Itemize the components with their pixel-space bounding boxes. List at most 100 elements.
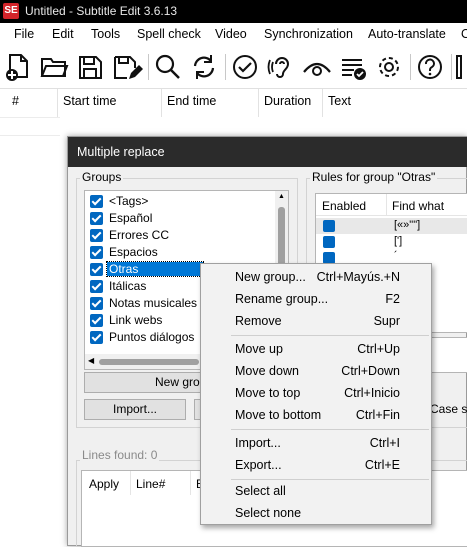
layout-icon[interactable] [453, 50, 467, 84]
menu-synchronization[interactable]: Synchronization [264, 27, 353, 41]
menu-item-remove[interactable]: Remove Supr [201, 310, 431, 332]
menu-options[interactable]: O [461, 27, 467, 41]
save-icon[interactable] [73, 50, 107, 84]
group-item-label: Notas musicales [109, 296, 198, 310]
help-icon[interactable] [413, 50, 447, 84]
import-button[interactable]: Import... [84, 399, 186, 420]
menu-item-label: Move to bottom [235, 408, 322, 422]
find-icon[interactable] [151, 50, 185, 84]
menu-item-shortcut: Ctrl+I [369, 436, 400, 450]
menu-item-move-up[interactable]: Move up Ctrl+Up [201, 338, 431, 360]
rule-row[interactable]: [«»""] [316, 218, 467, 234]
group-item-label: Link webs [109, 313, 163, 327]
group-item-espanol[interactable]: Español [87, 210, 273, 227]
menu-item-select-none[interactable]: Select none [201, 502, 431, 524]
group-item-label: Otras [106, 261, 204, 277]
menu-item-rename-group[interactable]: Rename group... F2 [201, 288, 431, 310]
menu-item-shortcut: Ctrl+Down [341, 364, 400, 378]
menu-item-move-down[interactable]: Move down Ctrl+Down [201, 360, 431, 382]
column-divider [190, 471, 191, 495]
toolbar-separator [451, 54, 452, 80]
settings-icon[interactable] [372, 50, 406, 84]
scrollbar-thumb[interactable] [278, 207, 285, 267]
menu-item-label: Rename group... [235, 292, 329, 306]
menu-file[interactable]: File [14, 27, 34, 41]
column-divider [386, 194, 387, 216]
new-file-icon[interactable] [1, 50, 35, 84]
spell-check-icon[interactable] [228, 50, 262, 84]
title-bar: SE Untitled - Subtitle Edit 3.6.13 [0, 0, 467, 23]
scroll-up-arrow-icon[interactable]: ▲ [278, 193, 285, 200]
menu-item-label: Move up [235, 342, 283, 356]
rules-column-find-what[interactable]: Find what [392, 199, 444, 213]
case-sensitive-label[interactable]: Case se [430, 402, 467, 416]
menu-tools[interactable]: Tools [91, 27, 120, 41]
menu-item-move-to-bottom[interactable]: Move to bottom Ctrl+Fin [201, 404, 431, 426]
column-divider [161, 89, 162, 117]
column-header-duration[interactable]: Duration [264, 94, 311, 108]
group-checkbox[interactable] [90, 263, 103, 276]
menu-item-shortcut: Supr [373, 314, 400, 328]
menu-item-shortcut: Ctrl+E [364, 458, 400, 472]
group-item-errores-cc[interactable]: Errores CC [87, 227, 273, 244]
menu-item-label: Move to top [235, 386, 301, 400]
rules-header: Enabled Find what [316, 194, 467, 216]
column-header-text[interactable]: Text [328, 94, 351, 108]
dialog-title-bar[interactable]: Multiple replace [68, 137, 467, 167]
menu-video[interactable]: Video [215, 27, 247, 41]
column-header-start-time[interactable]: Start time [63, 94, 117, 108]
menu-item-import[interactable]: Import... Ctrl+I [201, 432, 431, 454]
column-divider [322, 89, 323, 117]
menu-separator [231, 429, 429, 430]
group-checkbox[interactable] [90, 195, 103, 208]
hearing-icon[interactable] [264, 50, 298, 84]
toolbar [0, 46, 467, 88]
lines-column-apply[interactable]: Apply [89, 477, 119, 491]
open-folder-icon[interactable] [37, 50, 71, 84]
group-checkbox[interactable] [90, 280, 103, 293]
group-checkbox[interactable] [90, 229, 103, 242]
column-header-end-time[interactable]: End time [167, 94, 216, 108]
replace-icon[interactable] [187, 50, 221, 84]
group-checkbox[interactable] [90, 212, 103, 225]
save-as-icon[interactable] [109, 50, 143, 84]
group-item-label: Puntos diálogos [109, 330, 195, 344]
group-checkbox[interactable] [90, 297, 103, 310]
menu-item-shortcut: F2 [385, 292, 400, 306]
group-item-tags[interactable]: <Tags> [87, 193, 273, 210]
rules-column-enabled[interactable]: Enabled [322, 199, 366, 213]
menu-item-label: Select all [235, 484, 286, 498]
dialog-title: Multiple replace [77, 145, 165, 159]
toolbar-separator [148, 54, 149, 80]
app-logo-icon: SE [3, 3, 19, 19]
group-checkbox[interactable] [90, 331, 103, 344]
grid-row-line [0, 117, 60, 118]
menu-bar: File Edit Tools Spell check Video Synchr… [0, 23, 467, 46]
menu-item-export[interactable]: Export... Ctrl+E [201, 454, 431, 476]
group-item-label: Itálicas [109, 279, 147, 293]
rule-enabled-checkbox[interactable] [323, 236, 335, 248]
menu-item-label: Move down [235, 364, 299, 378]
scrollbar-thumb[interactable] [99, 359, 199, 365]
rule-row[interactable]: ['] [316, 234, 467, 250]
group-item-espacios[interactable]: Espacios [87, 244, 273, 261]
batch-convert-icon[interactable] [336, 50, 370, 84]
group-checkbox[interactable] [90, 246, 103, 259]
menu-item-move-to-top[interactable]: Move to top Ctrl+Inicio [201, 382, 431, 404]
column-divider [258, 89, 259, 117]
groups-label: Groups [80, 170, 124, 184]
column-header-number[interactable]: # [12, 94, 19, 108]
menu-item-label: Import... [235, 436, 281, 450]
menu-item-select-all[interactable]: Select all [201, 480, 431, 502]
menu-spell-check[interactable]: Spell check [137, 27, 201, 41]
rule-find-what: ['] [394, 235, 403, 247]
scroll-left-arrow-icon[interactable]: ◀ [88, 356, 94, 365]
visual-sync-icon[interactable] [300, 50, 334, 84]
menu-edit[interactable]: Edit [52, 27, 74, 41]
group-checkbox[interactable] [90, 314, 103, 327]
menu-item-new-group[interactable]: New group... Ctrl+Mayús.+N [201, 266, 431, 288]
lines-found-label: Lines found: 0 [80, 448, 160, 462]
rule-enabled-checkbox[interactable] [323, 220, 335, 232]
menu-auto-translate[interactable]: Auto-translate [368, 27, 446, 41]
lines-column-line-number[interactable]: Line# [136, 477, 165, 491]
